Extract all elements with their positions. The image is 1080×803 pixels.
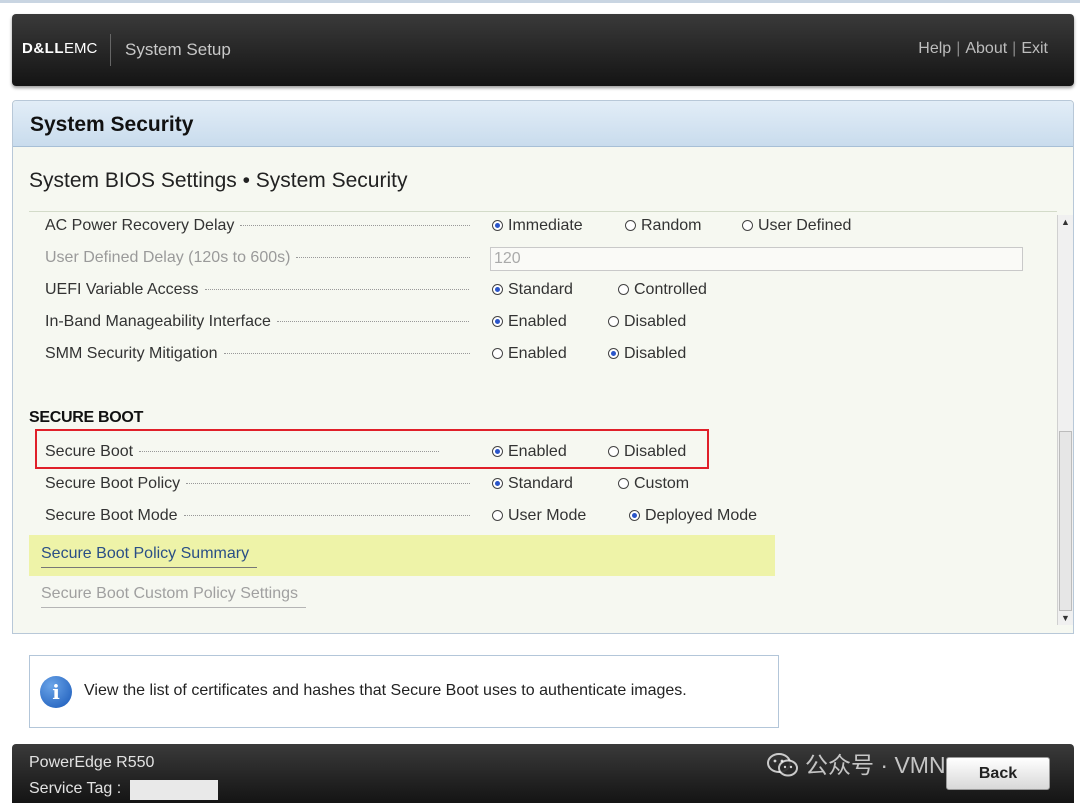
radio-selected-icon — [608, 348, 619, 359]
help-text: View the list of certificates and hashes… — [84, 682, 687, 699]
radio-unselected-icon — [492, 510, 503, 521]
in-band-enabled-radio[interactable]: Enabled — [492, 313, 567, 331]
help-info-box: i View the list of certificates and hash… — [29, 655, 779, 728]
radio-selected-icon — [492, 478, 503, 489]
smm-enabled-radio[interactable]: Enabled — [492, 345, 567, 363]
radio-unselected-icon — [608, 446, 619, 457]
main-panel: System Security System BIOS Settings • S… — [12, 100, 1074, 634]
uefi-controlled-radio[interactable]: Controlled — [618, 281, 707, 299]
secure-boot-policy-custom-radio[interactable]: Custom — [618, 475, 689, 493]
radio-selected-icon — [492, 284, 503, 295]
model-name: PowerEdge R550 — [29, 754, 155, 771]
header-bar: D&LLEMC System Setup Help | About | Exit — [12, 14, 1074, 86]
logo-dell: D&LL — [22, 40, 64, 57]
header-divider — [110, 34, 111, 66]
radio-unselected-icon — [625, 220, 636, 231]
secure-boot-policy-summary-link[interactable]: Secure Boot Policy Summary — [41, 545, 258, 568]
triangle-down-icon[interactable]: ▼ — [1058, 611, 1073, 625]
user-defined-delay-input[interactable] — [490, 247, 1023, 271]
footer-bar: PowerEdge R550 Service Tag : 公众号 · VMNot… — [12, 744, 1074, 803]
uefi-variable-access-label: UEFI Variable Access — [45, 281, 470, 299]
back-button[interactable]: Back — [946, 757, 1050, 790]
radio-unselected-icon — [742, 220, 753, 231]
secure-boot-policy-label: Secure Boot Policy — [45, 475, 470, 493]
radio-selected-icon — [492, 316, 503, 327]
radio-unselected-icon — [618, 284, 629, 295]
ac-power-recovery-delay-label: AC Power Recovery Delay — [45, 217, 470, 235]
about-link[interactable]: About — [965, 40, 1007, 57]
header-links: Help | About | Exit — [918, 40, 1048, 58]
logo-emc: EMC — [64, 40, 98, 57]
secure-boot-custom-policy-settings-link[interactable]: Secure Boot Custom Policy Settings — [41, 585, 307, 608]
radio-selected-icon — [492, 446, 503, 457]
secure-boot-mode-label: Secure Boot Mode — [45, 507, 470, 525]
user-defined-delay-label: User Defined Delay (120s to 600s) — [45, 249, 470, 267]
secure-boot-mode-user-radio[interactable]: User Mode — [492, 507, 586, 525]
secure-boot-label: Secure Boot — [45, 443, 470, 461]
wechat-icon — [767, 753, 798, 777]
in-band-manageability-label: In-Band Manageability Interface — [45, 313, 470, 331]
ac-power-immediate-radio[interactable]: Immediate — [492, 217, 583, 235]
top-strip — [0, 0, 1080, 3]
dell-emc-logo: D&LLEMC — [22, 40, 97, 57]
link-separator: | — [1012, 40, 1017, 57]
secure-boot-heading: SECURE BOOT — [29, 409, 144, 426]
info-icon: i — [40, 676, 72, 708]
ac-power-random-radio[interactable]: Random — [625, 217, 701, 235]
secure-boot-enabled-radio[interactable]: Enabled — [492, 443, 567, 461]
ac-power-user-defined-radio[interactable]: User Defined — [742, 217, 851, 235]
link-separator: | — [956, 40, 961, 57]
radio-selected-icon — [629, 510, 640, 521]
smm-disabled-radio[interactable]: Disabled — [608, 345, 686, 363]
service-tag-redacted — [130, 780, 218, 800]
secure-boot-policy-standard-radio[interactable]: Standard — [492, 475, 573, 493]
service-tag-label: Service Tag : — [29, 780, 122, 797]
content-divider — [29, 211, 1057, 212]
triangle-up-icon[interactable]: ▲ — [1058, 215, 1073, 229]
app-title: System Setup — [125, 40, 231, 59]
breadcrumb: System BIOS Settings • System Security — [29, 169, 408, 192]
in-band-disabled-radio[interactable]: Disabled — [608, 313, 686, 331]
section-header: System Security — [13, 101, 1073, 147]
radio-unselected-icon — [618, 478, 629, 489]
radio-selected-icon — [492, 220, 503, 231]
exit-link[interactable]: Exit — [1021, 40, 1048, 57]
smm-security-mitigation-label: SMM Security Mitigation — [45, 345, 470, 363]
radio-unselected-icon — [492, 348, 503, 359]
secure-boot-mode-deployed-radio[interactable]: Deployed Mode — [629, 507, 757, 525]
help-link[interactable]: Help — [918, 40, 951, 57]
secure-boot-disabled-radio[interactable]: Disabled — [608, 443, 686, 461]
scrollbar[interactable]: ▲ ▼ — [1057, 215, 1073, 625]
radio-unselected-icon — [608, 316, 619, 327]
uefi-standard-radio[interactable]: Standard — [492, 281, 573, 299]
page-title: System Security — [30, 113, 194, 136]
scrollbar-thumb[interactable] — [1059, 431, 1072, 611]
